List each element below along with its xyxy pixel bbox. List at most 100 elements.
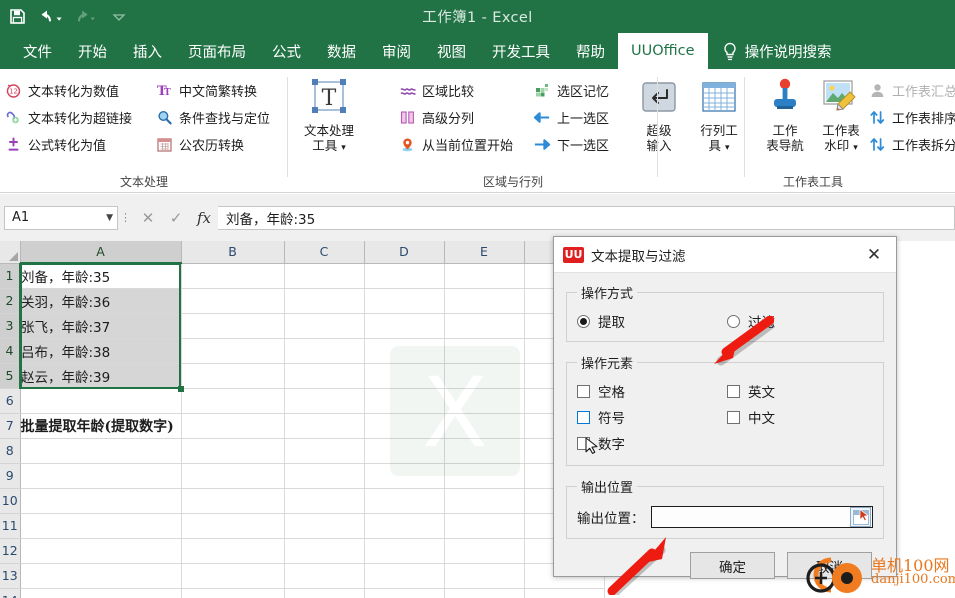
cell-D6[interactable]: [364, 388, 445, 414]
cell-B11[interactable]: [181, 513, 285, 539]
row-header-3[interactable]: 3: [0, 313, 21, 339]
cell-A4[interactable]: 吕布，年龄:38: [20, 338, 182, 364]
row-header-5[interactable]: 5: [0, 363, 21, 389]
cell-C9[interactable]: [284, 463, 365, 489]
chevron-down-icon[interactable]: ▼: [106, 213, 113, 223]
ribbon-item-range-compare[interactable]: 区域比较: [398, 77, 513, 104]
column-header-A[interactable]: A: [20, 241, 182, 264]
checkbox-chinese[interactable]: 中文: [727, 407, 775, 427]
cell-B9[interactable]: [181, 463, 285, 489]
cell-D2[interactable]: [364, 288, 445, 314]
column-header-C[interactable]: C: [284, 241, 365, 264]
cell-D11[interactable]: [364, 513, 445, 539]
row-header-13[interactable]: 13: [0, 563, 21, 589]
row-header-4[interactable]: 4: [0, 338, 21, 364]
cell-A7[interactable]: 批量提取年龄(提取数字): [20, 413, 182, 439]
row-header-8[interactable]: 8: [0, 438, 21, 464]
checkbox-english-indicator[interactable]: [727, 384, 740, 398]
cell-C1[interactable]: [284, 263, 365, 289]
cell-E6[interactable]: [444, 388, 525, 414]
cell-A9[interactable]: [20, 463, 182, 489]
range-picker-icon[interactable]: [850, 507, 871, 527]
cell-B8[interactable]: [181, 438, 285, 464]
cell-A8[interactable]: [20, 438, 182, 464]
cell-C6[interactable]: [284, 388, 365, 414]
column-header-E[interactable]: E: [444, 241, 525, 264]
cell-D8[interactable]: [364, 438, 445, 464]
checkbox-symbol[interactable]: 符号: [577, 407, 727, 427]
cell-C12[interactable]: [284, 538, 365, 564]
customize-qat-icon[interactable]: [102, 0, 136, 33]
row-header-2[interactable]: 2: [0, 288, 21, 314]
row-header-6[interactable]: 6: [0, 388, 21, 414]
checkbox-digit-indicator[interactable]: [577, 436, 590, 450]
ribbon-tab-8[interactable]: 视图: [424, 33, 479, 69]
checkbox-space-indicator[interactable]: [577, 384, 590, 398]
column-header-D[interactable]: D: [364, 241, 445, 264]
cell-E3[interactable]: [444, 313, 525, 339]
checkbox-english[interactable]: 英文: [727, 381, 775, 401]
cell-A10[interactable]: [20, 488, 182, 514]
ribbon-item-advanced-split[interactable]: 高级分列: [398, 104, 513, 131]
cell-E8[interactable]: [444, 438, 525, 464]
ribbon-item-sheet-split[interactable]: 工作表拆分: [868, 131, 955, 158]
radio-extract-indicator[interactable]: [577, 314, 590, 328]
ribbon-item-next-selection[interactable]: 下一选区: [533, 131, 609, 158]
column-header-B[interactable]: B: [181, 241, 285, 264]
row-header-7[interactable]: 7: [0, 413, 21, 439]
row-header-11[interactable]: 11: [0, 513, 21, 539]
row-header-10[interactable]: 10: [0, 488, 21, 514]
save-icon[interactable]: [0, 0, 34, 33]
ribbon-tab-4[interactable]: 页面布局: [175, 33, 259, 69]
cell-B2[interactable]: [181, 288, 285, 314]
cell-E7[interactable]: [444, 413, 525, 439]
row-header-12[interactable]: 12: [0, 538, 21, 564]
cell-E5[interactable]: [444, 363, 525, 389]
formula-input[interactable]: 刘备，年龄:35: [218, 205, 955, 230]
ribbon-tab-3[interactable]: 插入: [120, 33, 175, 69]
cell-C3[interactable]: [284, 313, 365, 339]
check-icon[interactable]: ✓: [162, 206, 190, 230]
cell-B3[interactable]: [181, 313, 285, 339]
radio-extract[interactable]: 提取: [577, 311, 727, 331]
ribbon-tab-10[interactable]: 帮助: [563, 33, 618, 69]
cell-A11[interactable]: [20, 513, 182, 539]
cell-A13[interactable]: [20, 563, 182, 589]
selection-fill-handle[interactable]: [178, 386, 184, 392]
cell-D3[interactable]: [364, 313, 445, 339]
fx-icon[interactable]: fx: [190, 206, 218, 230]
cancel-icon[interactable]: ✕: [134, 206, 162, 230]
cell-E4[interactable]: [444, 338, 525, 364]
close-icon[interactable]: ✕: [852, 237, 896, 273]
cell-A2[interactable]: 关羽，年龄:36: [20, 288, 182, 314]
ribbon-button-sheet-watermark[interactable]: 工作表 水印 ▾: [810, 75, 872, 156]
cell-A14[interactable]: [20, 588, 182, 598]
cell-C10[interactable]: [284, 488, 365, 514]
row-header-14[interactable]: 14: [0, 588, 21, 598]
ribbon-tab-11[interactable]: UUOffice: [618, 33, 708, 69]
cell-E13[interactable]: [444, 563, 525, 589]
cell-E1[interactable]: [444, 263, 525, 289]
ribbon-tab-1[interactable]: 文件: [10, 33, 65, 69]
cell-E12[interactable]: [444, 538, 525, 564]
cell-C7[interactable]: [284, 413, 365, 439]
ribbon-item-lunar-conversion[interactable]: 公农历转换: [155, 131, 270, 158]
radio-filter[interactable]: 过滤: [727, 311, 775, 331]
cell-C8[interactable]: [284, 438, 365, 464]
cell-D10[interactable]: [364, 488, 445, 514]
ribbon-tab-7[interactable]: 审阅: [369, 33, 424, 69]
cell-B13[interactable]: [181, 563, 285, 589]
name-box[interactable]: A1 ▼: [4, 205, 118, 230]
cell-F14[interactable]: [524, 588, 605, 598]
cell-B7[interactable]: [181, 413, 285, 439]
cell-D1[interactable]: [364, 263, 445, 289]
cell-B4[interactable]: [181, 338, 285, 364]
cell-B10[interactable]: [181, 488, 285, 514]
cell-E9[interactable]: [444, 463, 525, 489]
cell-D7[interactable]: [364, 413, 445, 439]
cell-C14[interactable]: [284, 588, 365, 598]
cell-A12[interactable]: [20, 538, 182, 564]
cell-D9[interactable]: [364, 463, 445, 489]
cell-B1[interactable]: [181, 263, 285, 289]
cell-C2[interactable]: [284, 288, 365, 314]
